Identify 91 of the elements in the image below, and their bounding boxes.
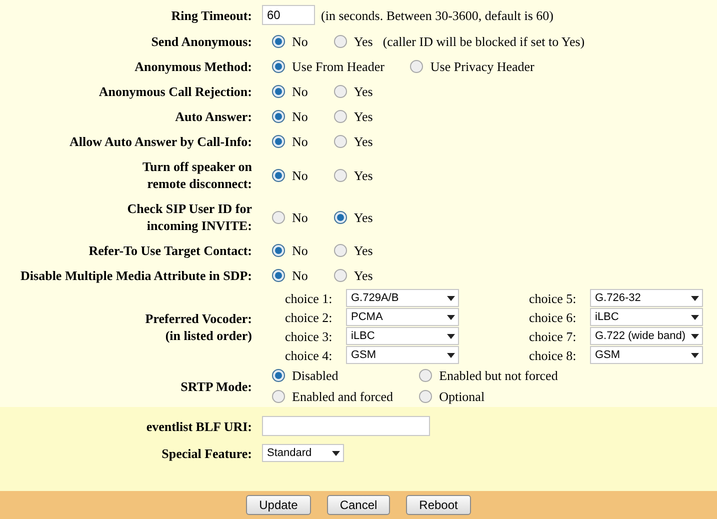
- text-field[interactable]: [262, 416, 430, 436]
- radio-button[interactable]: [272, 210, 285, 224]
- option-label: Enabled but not forced: [439, 367, 558, 384]
- radio-button[interactable]: [334, 135, 347, 148]
- option-label: No: [292, 166, 308, 184]
- option-label: Optional: [439, 388, 485, 405]
- field-label: Send Anonymous:: [151, 33, 252, 50]
- radio-button[interactable]: [272, 369, 285, 382]
- choice-label: choice 8:: [529, 346, 578, 364]
- choice-label: choice 2:: [285, 308, 334, 326]
- radio-button[interactable]: [419, 369, 432, 382]
- codec-dropdown[interactable]: iLBC: [346, 327, 459, 345]
- radio-button[interactable]: [334, 168, 347, 182]
- radio-button[interactable]: [334, 85, 347, 98]
- caret-icon: [691, 314, 699, 320]
- choice-label: choice 6:: [529, 308, 578, 326]
- option-label: No: [292, 33, 308, 50]
- option-label: No: [292, 133, 308, 150]
- radio-button[interactable]: [272, 244, 285, 257]
- choice-label: choice 7:: [529, 328, 578, 344]
- codec-dropdown[interactable]: GSM: [346, 346, 459, 364]
- caret-icon: [447, 352, 455, 358]
- option-label: Yes: [354, 166, 373, 184]
- choice-label: choice 5:: [529, 290, 578, 306]
- field-label: Check SIP User ID for incoming INVITE:: [127, 200, 252, 234]
- radio-button[interactable]: [272, 60, 285, 73]
- choice-label: choice 3:: [285, 328, 334, 344]
- field-label: Auto Answer:: [175, 108, 252, 125]
- caret-icon: [447, 334, 455, 338]
- action-button[interactable]: Reboot: [406, 495, 471, 515]
- option-label: Yes: [354, 83, 373, 100]
- text-field[interactable]: 60: [262, 5, 315, 25]
- option-label: Use Privacy Header: [430, 58, 534, 75]
- radio-button[interactable]: [334, 210, 347, 224]
- field-label: Special Feature:: [162, 444, 252, 462]
- radio-button[interactable]: [272, 135, 285, 148]
- radio-button[interactable]: [272, 168, 285, 182]
- feature-dropdown[interactable]: Standard: [262, 444, 344, 462]
- field-label: Anonymous Call Rejection:: [98, 83, 252, 100]
- radio-button[interactable]: [334, 110, 347, 123]
- option-label: Yes: [354, 242, 373, 259]
- field-label: Preferred Vocoder: (in listed order): [145, 310, 252, 344]
- codec-dropdown[interactable]: G.722 (wide band): [590, 327, 703, 345]
- option-label: No: [292, 267, 308, 284]
- field-label: Ring Timeout:: [171, 6, 252, 24]
- option-label: Yes: [354, 33, 373, 50]
- codec-dropdown[interactable]: G.726-32: [590, 289, 703, 307]
- option-label: Disabled: [292, 367, 338, 384]
- radio-button[interactable]: [334, 244, 347, 257]
- field-label: SRTP Mode:: [180, 378, 252, 394]
- option-label: Yes: [354, 267, 373, 284]
- codec-dropdown[interactable]: iLBC: [590, 308, 703, 326]
- radio-button[interactable]: [272, 35, 285, 48]
- radio-button[interactable]: [419, 390, 432, 403]
- option-label: Yes: [354, 133, 373, 150]
- radio-button[interactable]: [334, 35, 347, 48]
- caret-icon: [691, 334, 699, 338]
- hint-text: (in seconds. Between 30-3600, default is 60): [321, 6, 554, 24]
- radio-button[interactable]: [272, 269, 285, 282]
- option-label: Yes: [354, 108, 373, 125]
- field-label: Allow Auto Answer by Call-Info:: [69, 133, 252, 150]
- field-label: Disable Multiple Media Attribute in SDP:: [20, 267, 252, 284]
- caret-icon: [691, 296, 699, 300]
- option-label: Yes: [354, 208, 373, 226]
- field-label: Anonymous Method:: [134, 58, 252, 75]
- option-label: No: [292, 108, 308, 125]
- field-label: Turn off speaker on remote disconnect:: [142, 158, 252, 192]
- hint-text: (caller ID will be blocked if set to Yes): [382, 33, 585, 50]
- radio-button[interactable]: [334, 269, 347, 282]
- option-label: Enabled and forced: [292, 388, 394, 405]
- choice-label: choice 1:: [285, 290, 334, 306]
- choice-label: choice 4:: [285, 346, 334, 364]
- caret-icon: [447, 314, 455, 320]
- caret-icon: [332, 450, 340, 456]
- radio-button[interactable]: [272, 110, 285, 123]
- radio-button[interactable]: [272, 390, 285, 403]
- caret-icon: [447, 296, 455, 300]
- codec-dropdown[interactable]: PCMA: [346, 308, 459, 326]
- radio-button[interactable]: [272, 85, 285, 98]
- option-label: Use From Header: [292, 58, 384, 75]
- action-button[interactable]: Update: [246, 495, 311, 515]
- option-label: No: [292, 83, 308, 100]
- caret-icon: [691, 352, 699, 358]
- option-label: No: [292, 208, 308, 226]
- radio-button[interactable]: [410, 60, 424, 73]
- option-label: No: [292, 242, 308, 259]
- field-label: Refer-To Use Target Contact:: [88, 242, 252, 259]
- codec-dropdown[interactable]: GSM: [590, 346, 703, 364]
- field-label: eventlist BLF URI:: [146, 418, 252, 434]
- action-button[interactable]: Cancel: [326, 495, 390, 515]
- codec-dropdown[interactable]: G.729A/B: [346, 289, 459, 307]
